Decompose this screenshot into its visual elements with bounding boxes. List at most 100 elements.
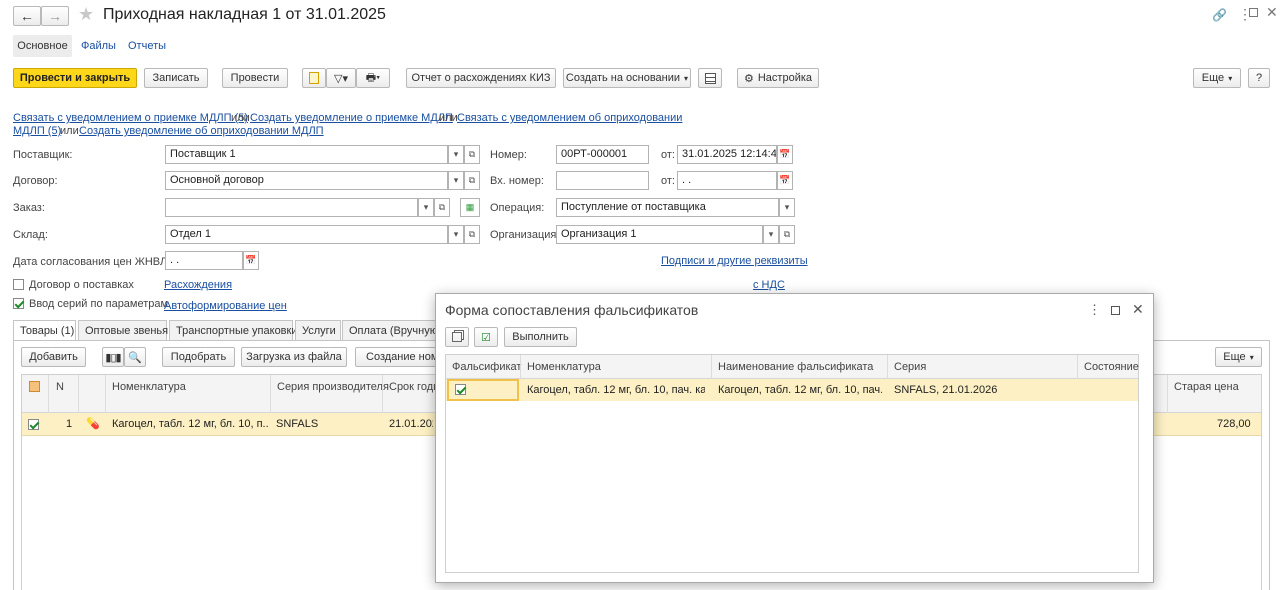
org-field[interactable]: Организация 1: [556, 225, 763, 244]
favorite-star-icon[interactable]: ★: [78, 4, 94, 25]
execute-button[interactable]: Выполнить: [504, 327, 577, 347]
order-label: Заказ:: [13, 202, 45, 214]
text-or-3: или: [60, 125, 79, 137]
supply-contract-label: Договор о поставках: [29, 279, 134, 291]
open-form-icon: ⧉: [468, 149, 476, 159]
dialog-check-button[interactable]: ☑: [474, 327, 498, 347]
org-open-button[interactable]: ⧉: [779, 225, 795, 244]
forward-button[interactable]: →: [41, 6, 69, 26]
link-icon[interactable]: 🔗: [1212, 8, 1227, 22]
document-structure-button[interactable]: [302, 68, 326, 88]
vat-link[interactable]: с НДС: [753, 279, 785, 291]
autoprice-link[interactable]: Автоформирование цен: [164, 300, 287, 312]
text-or-2: или: [439, 112, 458, 124]
supplier-dropdown-button[interactable]: ▾: [448, 145, 464, 164]
structure-button[interactable]: [698, 68, 722, 88]
operation-dropdown-button[interactable]: ▾: [779, 198, 795, 217]
order-open-button[interactable]: ⧉: [434, 198, 450, 217]
dialog-row-fake-name: Кагоцел, табл. 12 мг, бл. 10, пач....: [718, 384, 882, 396]
search-barcode-button[interactable]: 🔍: [124, 347, 146, 367]
tab-goods[interactable]: Товары (1): [13, 320, 76, 340]
header-check-icon[interactable]: [29, 381, 40, 392]
check-all-icon: ☑: [481, 331, 491, 344]
scan-barcode-button[interactable]: ▮▯▮: [102, 347, 124, 367]
maximize-icon[interactable]: [1249, 8, 1258, 17]
warehouse-dropdown-button[interactable]: ▾: [448, 225, 464, 244]
link-mdlp-posting[interactable]: Связать с уведомлением об оприходовании: [457, 112, 682, 124]
in-date-calendar-button[interactable]: 📅: [777, 171, 793, 190]
open-form-icon: ⧉: [438, 202, 446, 212]
link-mdlp-accept[interactable]: Связать с уведомлением о приемке МДЛП (5…: [13, 112, 248, 124]
dialog-maximize-icon[interactable]: [1111, 306, 1120, 315]
fill-green-icon: ▦: [465, 202, 475, 212]
tab-payment[interactable]: Оплата (Вручную): [342, 320, 442, 340]
help-button[interactable]: ?: [1248, 68, 1270, 88]
date-field[interactable]: 31.01.2025 12:14:45: [677, 145, 777, 164]
table-more-label: Еще: [1223, 351, 1246, 363]
section-tab-files[interactable]: Файлы: [81, 40, 116, 52]
contract-open-button[interactable]: ⧉: [464, 171, 480, 190]
dialog-close-icon[interactable]: ✕: [1132, 301, 1144, 318]
create-nomenclature-button[interactable]: Создание номе: [355, 347, 440, 367]
load-from-file-button[interactable]: Загрузка из файла: [241, 347, 347, 367]
order-fill-button[interactable]: ▦: [460, 198, 480, 217]
date-calendar-button[interactable]: 📅: [777, 145, 793, 164]
order-dropdown-button[interactable]: ▾: [418, 198, 434, 217]
post-and-close-button[interactable]: Провести и закрыть: [13, 68, 137, 88]
settings-button[interactable]: ⚙ Настройка: [737, 68, 819, 88]
add-button[interactable]: Добавить: [21, 347, 86, 367]
org-dropdown-button[interactable]: ▾: [763, 225, 779, 244]
discrepancies-link[interactable]: Расхождения: [164, 279, 232, 291]
section-tab-reports[interactable]: Отчеты: [128, 40, 166, 52]
printer-icon: 🖶▾: [365, 71, 381, 84]
supplier-field[interactable]: Поставщик 1: [165, 145, 448, 164]
supplier-open-button[interactable]: ⧉: [464, 145, 480, 164]
in-number-field[interactable]: [556, 171, 649, 190]
number-field[interactable]: 00РТ-000001: [556, 145, 649, 164]
series-params-checkbox[interactable]: [13, 298, 24, 312]
tab-services[interactable]: Услуги: [295, 320, 341, 340]
dialog-copy-button[interactable]: [445, 327, 469, 347]
kiz-report-button[interactable]: Отчет о расхождениях КИЗ: [406, 68, 556, 88]
print-button[interactable]: 🖶▾: [356, 68, 390, 88]
close-icon[interactable]: ✕: [1266, 4, 1278, 21]
post-button[interactable]: Провести: [222, 68, 288, 88]
contract-field[interactable]: Основной договор: [165, 171, 448, 190]
chevron-down-icon: ▾: [684, 73, 689, 83]
price-date-calendar-button[interactable]: 📅: [243, 251, 259, 270]
row-checkbox[interactable]: [28, 419, 39, 430]
dialog-table-row[interactable]: Кагоцел, табл. 12 мг, бл. 10, пач. ка...…: [446, 379, 1138, 401]
table-more-button[interactable]: Еще ▾: [1215, 347, 1262, 367]
operation-field[interactable]: Поступление от поставщика: [556, 198, 779, 217]
contract-dropdown-button[interactable]: ▾: [448, 171, 464, 190]
dialog-header-nomenclature: Номенклатура: [527, 361, 601, 373]
supply-contract-checkbox[interactable]: [13, 279, 24, 293]
supplier-label: Поставщик:: [13, 149, 73, 161]
warehouse-open-button[interactable]: ⧉: [464, 225, 480, 244]
falsified-checkbox[interactable]: [455, 384, 466, 395]
section-tab-main[interactable]: Основное: [13, 35, 72, 57]
warehouse-field[interactable]: Отдел 1: [165, 225, 448, 244]
tab-transport-packages[interactable]: Транспортные упаковки: [169, 320, 297, 340]
from-label: от:: [661, 149, 675, 161]
open-form-icon: ⧉: [468, 175, 476, 185]
order-field[interactable]: [165, 198, 418, 217]
falsified-cell[interactable]: [447, 379, 519, 401]
header-old-price: Старая цена: [1174, 381, 1239, 393]
filter-button[interactable]: ▽▾: [326, 68, 356, 88]
in-date-field[interactable]: . .: [677, 171, 777, 190]
create-based-on-button[interactable]: Создать на основании ▾: [563, 68, 691, 88]
price-date-field[interactable]: . .: [165, 251, 243, 270]
link-create-accept-notice[interactable]: Создать уведомление о приемке МДЛП: [250, 112, 453, 124]
text-or-1: или: [231, 112, 250, 124]
link-mdlp-posting-count[interactable]: МДЛП (5): [13, 125, 61, 137]
pick-button[interactable]: Подобрать: [162, 347, 235, 367]
chevron-down-icon: ▾: [1228, 73, 1233, 83]
link-create-posting-notice[interactable]: Создать уведомление об оприходовании МДЛ…: [79, 125, 324, 137]
more-button[interactable]: Еще ▾: [1193, 68, 1241, 88]
signatures-link[interactable]: Подписи и другие реквизиты: [661, 255, 808, 267]
dialog-menu-icon[interactable]: ⋮: [1088, 302, 1101, 318]
back-button[interactable]: ←: [13, 6, 41, 26]
tab-wholesale[interactable]: Оптовые звенья: [78, 320, 168, 340]
write-button[interactable]: Записать: [144, 68, 208, 88]
